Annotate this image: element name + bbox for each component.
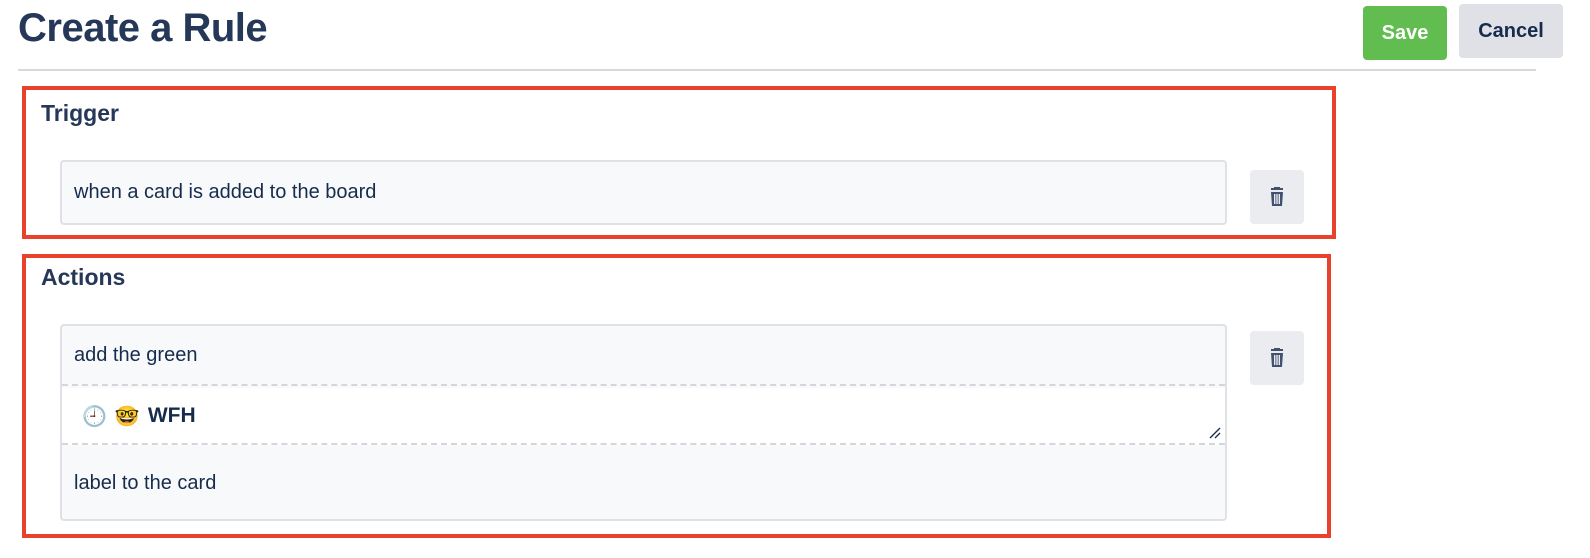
actions-heading: Actions xyxy=(41,264,126,290)
trigger-heading: Trigger xyxy=(41,100,119,126)
label-picker[interactable]: 🕘 🤓 WFH xyxy=(62,388,1225,445)
action-suffix-text: label to the card xyxy=(74,471,217,494)
trigger-text: when a card is added to the board xyxy=(74,181,377,203)
resize-grip-icon[interactable] xyxy=(1209,427,1221,439)
page-title: Create a Rule xyxy=(18,6,268,50)
trigger-section: Trigger when a card is added to the boar… xyxy=(22,86,1336,239)
action-prefix-row[interactable]: add the green xyxy=(62,326,1225,386)
save-button[interactable]: Save xyxy=(1363,6,1447,60)
delete-trigger-button[interactable] xyxy=(1250,170,1304,224)
cancel-button[interactable]: Cancel xyxy=(1459,4,1563,58)
clock-emoji: 🕘 xyxy=(82,403,107,428)
header-divider xyxy=(18,69,1536,71)
nerd-face-emoji: 🤓 xyxy=(114,403,140,428)
action-prefix-text: add the green xyxy=(74,343,198,366)
action-suffix-row[interactable]: label to the card xyxy=(62,447,1225,519)
trash-icon xyxy=(1271,187,1283,206)
actions-section: Actions add the green 🕘 🤓 WFH label to t… xyxy=(22,254,1331,538)
rule-editor: Create a Rule Save Cancel Trigger when a… xyxy=(0,0,1590,558)
label-name: WFH xyxy=(147,403,196,427)
delete-action-button[interactable] xyxy=(1250,331,1304,385)
trash-icon xyxy=(1271,348,1283,367)
header-actions: Save Cancel xyxy=(1363,4,1563,60)
action-field: add the green 🕘 🤓 WFH label to the card xyxy=(60,324,1227,521)
trigger-field[interactable]: when a card is added to the board xyxy=(60,160,1227,225)
